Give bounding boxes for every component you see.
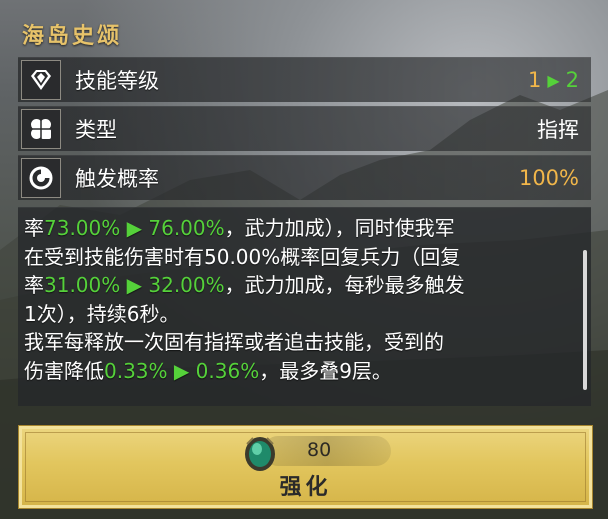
stat-value-skill-level: 1 ▶ 2	[528, 68, 579, 92]
diamond-icon	[21, 60, 61, 100]
stat-row-type: 类型 指挥	[18, 106, 591, 151]
stat-row-trigger-rate: 触发概率 100%	[18, 155, 591, 200]
value-old: 73.00%	[44, 216, 121, 240]
stat-label-trigger-rate: 触发概率	[75, 167, 159, 191]
increase-arrow-icon: ▶	[173, 358, 190, 383]
description-scrollbar[interactable]	[583, 250, 587, 390]
value-old: 0.33%	[104, 358, 168, 383]
trigger-icon	[21, 158, 61, 198]
stat-value-trigger-rate: 100%	[518, 166, 579, 190]
stat-label-skill-level: 技能等级	[75, 69, 159, 93]
skill-description-panel[interactable]: 率73.00% ▶ 76.00%，武力加成），同时使我军 在受到技能伤害时有50…	[18, 207, 591, 406]
stat-label-type: 类型	[75, 118, 117, 142]
skill-title: 海岛史颂	[22, 23, 123, 49]
increase-arrow-icon: ▶	[126, 273, 143, 298]
level-next: 2	[565, 68, 579, 92]
level-current: 1	[527, 68, 542, 92]
enhance-cost: 80	[307, 439, 332, 461]
value-new: 32.00%	[148, 273, 225, 298]
clover-icon	[21, 109, 61, 149]
enhance-button-label: 强化	[279, 474, 332, 500]
increase-arrow-icon: ▶	[126, 216, 143, 240]
green-gem-icon	[245, 437, 275, 471]
increase-arrow-icon: ▶	[547, 70, 560, 90]
description-line-5: 我军每释放一次固有指挥或者追击技能，受到的	[24, 330, 444, 355]
description-line-2: 在受到技能伤害时有50.00%概率回复兵力（回复	[24, 244, 461, 269]
description-line-1: 率73.00% ▶ 76.00%，武力加成），同时使我军	[24, 216, 455, 240]
skill-description: 率73.00% ▶ 76.00%，武力加成），同时使我军 在受到技能伤害时有50…	[24, 214, 576, 386]
value-old: 31.00%	[44, 273, 121, 298]
stat-value-type: 指挥	[537, 118, 579, 142]
description-line-3: 率31.00% ▶ 32.00%，武力加成，每秒最多触发	[24, 273, 465, 298]
enhance-button[interactable]: 80 强化	[18, 425, 593, 509]
description-line-4: 1次），持续6秒。	[24, 301, 180, 326]
stat-row-skill-level: 技能等级 1 ▶ 2	[18, 57, 591, 102]
description-line-6: 伤害降低0.33% ▶ 0.36%，最多叠9层。	[24, 358, 392, 383]
value-new: 0.36%	[195, 358, 260, 383]
value-new: 76.00%	[148, 216, 225, 240]
